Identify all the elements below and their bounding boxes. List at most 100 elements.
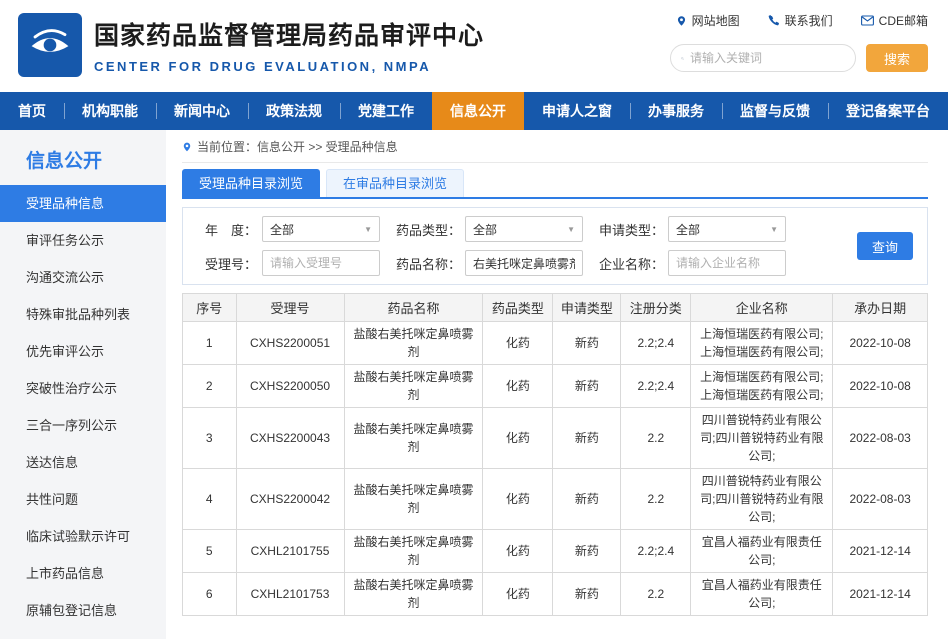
nav-item[interactable]: 申请人之窗 [524,92,630,130]
cell-drug-name: 盐酸右美托咪定鼻喷雾剂 [344,530,483,573]
tab[interactable]: 在审品种目录浏览 [326,169,464,197]
sidebar-item[interactable]: 突破性治疗公示 [0,370,166,407]
sidebar-item[interactable]: 送达信息 [0,444,166,481]
table-header-cell: 序号 [183,294,237,322]
year-filter: 年 度： 全部 ▼ [193,216,380,242]
breadcrumb: 当前位置：信息公开 >> 受理品种信息 [182,130,928,163]
cde-logo[interactable] [18,13,82,77]
cell-drug-name: 盐酸右美托咪定鼻喷雾剂 [344,322,483,365]
accept-no-input[interactable] [262,250,380,276]
page: 国家药品监督管理局药品审评中心 CENTER FOR DRUG EVALUATI… [0,0,948,639]
nav-item[interactable]: 机构职能 [64,92,156,130]
drug-name-input[interactable] [465,250,583,276]
nav-item[interactable]: 监督与反馈 [722,92,828,130]
main-content: 当前位置：信息公开 >> 受理品种信息 受理品种目录浏览 在审品种目录浏览 年 … [166,130,948,639]
map-pin-icon [676,15,687,27]
cell-reg-class: 2.2 [621,469,691,530]
cell-company: 上海恒瑞医药有限公司;上海恒瑞医药有限公司; [691,365,833,408]
sidebar-item[interactable]: 药品目录集信息 [0,629,166,639]
chevron-down-icon: ▼ [364,225,372,234]
cell-date: 2021-12-14 [833,573,928,616]
nav-item-label: 首页 [18,101,46,121]
drug-type-select[interactable]: 全部 ▼ [465,216,583,242]
search-box [670,44,856,72]
nav-item[interactable]: 登记备案平台 [828,92,948,130]
sidebar-item[interactable]: 特殊审批品种列表 [0,296,166,333]
query-button[interactable]: 查询 [857,232,913,260]
cell-drug-name: 盐酸右美托咪定鼻喷雾剂 [344,408,483,469]
company-input[interactable] [668,250,786,276]
cell-seq: 3 [183,408,237,469]
cell-accept-no: CXHL2101753 [236,573,344,616]
main-nav: 首页 机构职能 新闻中心 政策法规 党建工作 信息公开 申请人之窗 [0,92,948,130]
sidebar-item[interactable]: 受理品种信息 [0,185,166,222]
drug-name-filter: 药品名称： [396,250,583,276]
accept-no-filter: 受理号： [193,250,380,276]
cell-drug-type: 化药 [483,408,553,469]
table-header-cell: 药品名称 [344,294,483,322]
drug-type-filter: 药品类型： 全部 ▼ [396,216,583,242]
nav-item[interactable]: 党建工作 [340,92,432,130]
year-select[interactable]: 全部 ▼ [262,216,380,242]
nav-item-label: 登记备案平台 [846,101,930,121]
cell-seq: 5 [183,530,237,573]
cell-drug-type: 化药 [483,365,553,408]
cell-reg-class: 2.2 [621,573,691,616]
contact-us-link-label: 联系我们 [785,12,833,29]
apply-type-select-value: 全部 [676,221,700,238]
nav-item[interactable]: 政策法规 [248,92,340,130]
nav-item[interactable]: 办事服务 [630,92,722,130]
table-header-cell: 承办日期 [833,294,928,322]
site-header: 国家药品监督管理局药品审评中心 CENTER FOR DRUG EVALUATI… [0,0,948,92]
apply-type-label: 申请类型： [599,220,663,239]
phone-icon [768,15,780,27]
sidebar-item-label: 受理品种信息 [26,196,104,211]
sidebar-item[interactable]: 审评任务公示 [0,222,166,259]
cell-drug-type: 化药 [483,469,553,530]
sidebar-item[interactable]: 临床试验默示许可 [0,518,166,555]
envelope-icon [861,15,874,26]
cell-apply-type: 新药 [553,365,621,408]
sidebar-item[interactable]: 共性问题 [0,481,166,518]
table-row: 2 CXHS2200050 盐酸右美托咪定鼻喷雾剂 化药 新药 2.2;2.4 … [183,365,928,408]
nav-item-label: 新闻中心 [174,101,230,121]
cell-drug-name: 盐酸右美托咪定鼻喷雾剂 [344,469,483,530]
location-pin-icon [182,141,192,153]
cell-reg-class: 2.2;2.4 [621,530,691,573]
sidebar-item[interactable]: 优先审评公示 [0,333,166,370]
nav-item-label: 办事服务 [648,101,704,121]
company-label: 企业名称： [599,254,663,273]
sidebar-item[interactable]: 三合一序列公示 [0,407,166,444]
header-search: 搜索 [670,44,928,72]
search-button[interactable]: 搜索 [866,44,928,72]
table-row: 3 CXHS2200043 盐酸右美托咪定鼻喷雾剂 化药 新药 2.2 四川普锐… [183,408,928,469]
sidebar-item-label: 送达信息 [26,455,78,470]
cell-apply-type: 新药 [553,469,621,530]
contact-us-link[interactable]: 联系我们 [768,12,833,29]
cell-company: 上海恒瑞医药有限公司;上海恒瑞医药有限公司; [691,322,833,365]
cell-seq: 2 [183,365,237,408]
cell-date: 2022-10-08 [833,322,928,365]
sitemap-link[interactable]: 网站地图 [676,12,740,29]
search-input[interactable] [690,51,845,65]
filter-row-1: 年 度： 全部 ▼ 药品类型： 全部 ▼ 申请类 [193,216,837,242]
cell-accept-no: CXHS2200050 [236,365,344,408]
sidebar: 信息公开 受理品种信息 审评任务公示 沟通交流公示 特殊审批品种列表 [0,130,166,639]
cell-date: 2021-12-14 [833,530,928,573]
cde-mail-link[interactable]: CDE邮箱 [861,12,928,29]
year-label: 年 度： [193,220,257,239]
filter-row-2: 受理号： 药品名称： 企业名称： [193,250,837,276]
cell-accept-no: CXHL2101755 [236,530,344,573]
sidebar-item[interactable]: 上市药品信息 [0,555,166,592]
sidebar-item-label: 特殊审批品种列表 [26,307,130,322]
sidebar-item[interactable]: 沟通交流公示 [0,259,166,296]
apply-type-select[interactable]: 全部 ▼ [668,216,786,242]
nav-item-label: 申请人之窗 [542,101,612,121]
tab[interactable]: 受理品种目录浏览 [182,169,320,197]
sidebar-item[interactable]: 原辅包登记信息 [0,592,166,629]
sidebar-item-label: 临床试验默示许可 [26,529,130,544]
cell-apply-type: 新药 [553,573,621,616]
nav-item[interactable]: 新闻中心 [156,92,248,130]
nav-item[interactable]: 信息公开 [432,92,524,130]
nav-item[interactable]: 首页 [0,92,64,130]
